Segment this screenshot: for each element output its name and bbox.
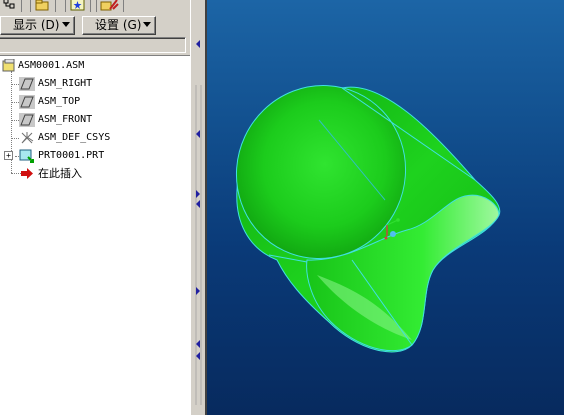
collapse-left-arrow-icon[interactable] xyxy=(196,40,200,48)
tree-item-label: ASM_TOP xyxy=(38,96,81,107)
datum-plane-icon xyxy=(19,95,35,109)
tree-item-asm-right[interactable]: ASM_RIGHT xyxy=(0,75,188,92)
model-tree: ASM0001.ASM ASM_RIGHT ASM_TOP ASM_FRONT xyxy=(0,55,190,415)
folder-icon xyxy=(35,0,49,11)
show-menu-button[interactable]: 显示 (D) xyxy=(0,16,75,35)
panel-tab-strip xyxy=(0,0,190,14)
model-tree-panel: 显示 (D) 设置 (G) ASM0001.ASM ASM_RIGHT ASM_… xyxy=(0,0,190,415)
collapse-left-arrow-icon[interactable] xyxy=(196,130,200,138)
tab-favorites[interactable] xyxy=(65,0,91,12)
expand-right-arrow-icon[interactable] xyxy=(196,287,200,295)
settings-menu-label: 设置 (G) xyxy=(95,18,142,32)
csys-icon xyxy=(21,132,34,144)
assembly-icon xyxy=(2,59,15,72)
tree-item-label: 在此插入 xyxy=(38,167,82,180)
tree-item-asm-def-csys[interactable]: ASM_DEF_CSYS xyxy=(0,129,188,146)
datum-plane-icon xyxy=(19,77,35,91)
chevron-down-icon xyxy=(62,22,70,27)
tab-connections[interactable] xyxy=(96,0,124,12)
tree-filter-field[interactable] xyxy=(0,37,186,53)
tree-item-asm-front[interactable]: ASM_FRONT xyxy=(0,111,188,128)
tab-model-tree[interactable] xyxy=(0,0,22,12)
collapse-left-arrow-icon[interactable] xyxy=(196,352,200,360)
settings-menu-button[interactable]: 设置 (G) xyxy=(82,16,156,35)
chevron-down-icon xyxy=(143,22,151,27)
collapse-left-arrow-icon[interactable] xyxy=(196,200,200,208)
tree-item-label: ASM_DEF_CSYS xyxy=(38,132,111,143)
tree-item-asm0001[interactable]: ASM0001.ASM xyxy=(0,57,188,74)
part-icon xyxy=(19,149,34,163)
tree-item-label: PRT0001.PRT xyxy=(38,150,105,161)
tree-item-asm-top[interactable]: ASM_TOP xyxy=(0,93,188,110)
graphics-viewport[interactable] xyxy=(207,0,564,415)
show-menu-label: 显示 (D) xyxy=(13,18,60,32)
tree-item-insert-here[interactable]: 在此插入 xyxy=(0,165,188,182)
tree-item-label: ASM_FRONT xyxy=(38,114,93,125)
model-tree-icon xyxy=(3,0,15,9)
star-icon xyxy=(70,0,85,11)
tree-toolbar: 显示 (D) 设置 (G) xyxy=(0,14,190,36)
datum-plane-icon xyxy=(19,113,35,127)
part-model[interactable] xyxy=(207,0,564,415)
collapse-left-arrow-icon[interactable] xyxy=(196,340,200,348)
expand-toggle[interactable]: + xyxy=(4,151,13,160)
tree-item-label: ASM0001.ASM xyxy=(18,60,85,71)
panel-splitter[interactable] xyxy=(190,0,206,415)
tree-item-prt0001[interactable]: + PRT0001.PRT xyxy=(0,147,188,164)
tree-item-label: ASM_RIGHT xyxy=(38,78,93,89)
connection-icon xyxy=(100,0,119,11)
tab-layers[interactable] xyxy=(30,0,56,12)
insert-here-arrow-icon xyxy=(21,168,33,179)
expand-right-arrow-icon[interactable] xyxy=(196,190,200,198)
